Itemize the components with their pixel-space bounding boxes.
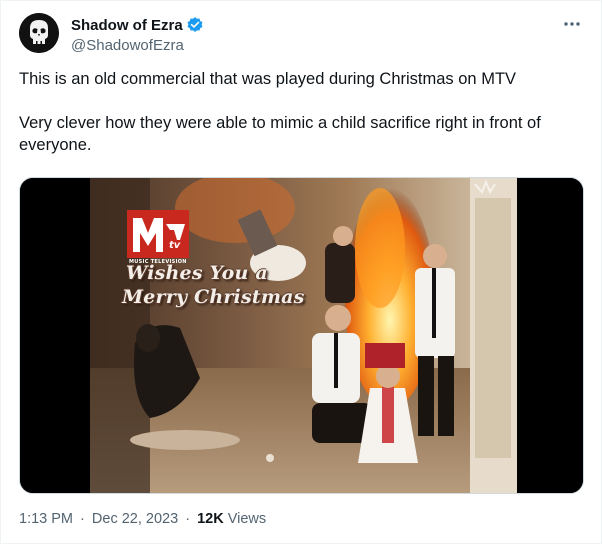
tweet-header: Shadow of Ezra @ShadowofEzra [19,13,583,57]
meta-separator: · [185,511,191,527]
tweet-card[interactable]: Shadow of Ezra @ShadowofEzra This is an … [0,0,602,544]
tweet-date[interactable]: Dec 22, 2023 [92,511,178,527]
more-horizontal-icon [564,22,580,26]
mtv-logo: tv [127,210,189,258]
punisher-skull-icon [19,13,59,53]
overlay-line-2: Merry Christmas [122,286,305,308]
display-name[interactable]: Shadow of Ezra [71,17,183,34]
tweet-text: This is an old commercial that was playe… [19,68,579,156]
video-media[interactable]: tv MUSIC TELEVISION Wishes You a Merry C… [19,177,584,494]
author-handle[interactable]: @ShadowofEzra [71,37,204,54]
verified-badge-icon [186,16,204,34]
views-label: Views [227,511,267,527]
tweet-paragraph: Very clever how they were able to mimic … [19,114,546,154]
views-count[interactable]: 12K [197,511,224,527]
more-button[interactable] [557,11,587,37]
overlay-line-1: Wishes You a [126,262,268,284]
tweet-meta: 1:13 PM · Dec 22, 2023 · 12K Views [19,511,266,527]
video-frame: tv [20,178,583,493]
meta-separator: · [80,511,85,527]
tweet-paragraph: This is an old commercial that was playe… [19,70,517,88]
svg-text:tv: tv [169,240,181,251]
tweet-time[interactable]: 1:13 PM [19,511,73,527]
author-names: Shadow of Ezra @ShadowofEzra [71,15,204,54]
avatar[interactable] [19,13,59,53]
